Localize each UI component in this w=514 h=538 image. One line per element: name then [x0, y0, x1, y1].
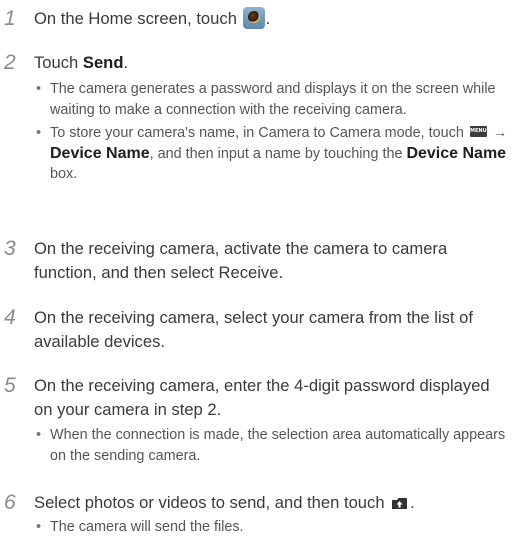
- step-2-notes: • The camera generates a password and dis…: [34, 79, 510, 185]
- step-text: On the receiving camera, activate the ca…: [34, 239, 448, 282]
- step-text: On the receiving camera, enter the 4-dig…: [34, 376, 490, 419]
- send-upload-icon: [392, 498, 408, 509]
- menu-icon: MENU: [469, 126, 487, 137]
- step-3: 3 On the receiving camera, activate the …: [4, 237, 510, 287]
- step-number: 6: [4, 491, 16, 514]
- step-text: Select photos or videos to send, and the…: [34, 493, 415, 512]
- step-text: On the Home screen, touch .: [34, 7, 271, 29]
- list-item: • The camera generates a password and dis…: [36, 81, 496, 118]
- step-6-notes: • The camera will send the files.: [34, 517, 510, 538]
- step-number: 2: [4, 51, 16, 74]
- step-number: 4: [4, 306, 16, 329]
- step-number: 1: [4, 7, 16, 30]
- device-name-label: Device Name: [50, 144, 150, 162]
- camera-app-icon: [242, 7, 265, 29]
- step-text: On the receiving camera, select your cam…: [34, 308, 473, 351]
- step-5: 5 On the receiving camera, enter the 4-d…: [4, 374, 510, 474]
- list-item: • When the connection is made, the select…: [36, 427, 506, 464]
- step-4: 4 On the receiving camera, select your c…: [4, 306, 510, 356]
- send-label: Send: [82, 53, 124, 72]
- step-2: 2 Touch Send. • The camera generates a pa…: [4, 51, 510, 231]
- device-name-box-label: Device Name: [406, 144, 507, 162]
- step-text: Touch Send.: [34, 53, 129, 72]
- list-item: • The camera will send the files.: [36, 519, 244, 535]
- step-number: 3: [4, 237, 16, 260]
- step-1: 1 On the Home screen, touch .: [4, 7, 510, 33]
- list-item: • To store your camera's name, in Camera …: [36, 125, 508, 182]
- step-5-notes: • When the connection is made, the select…: [34, 425, 510, 466]
- instruction-document: 1 On the Home screen, touch . 2 Touch Se…: [0, 0, 514, 536]
- step-number: 5: [4, 374, 16, 397]
- step-6: 6 Select photos or videos to send, and t…: [4, 491, 510, 536]
